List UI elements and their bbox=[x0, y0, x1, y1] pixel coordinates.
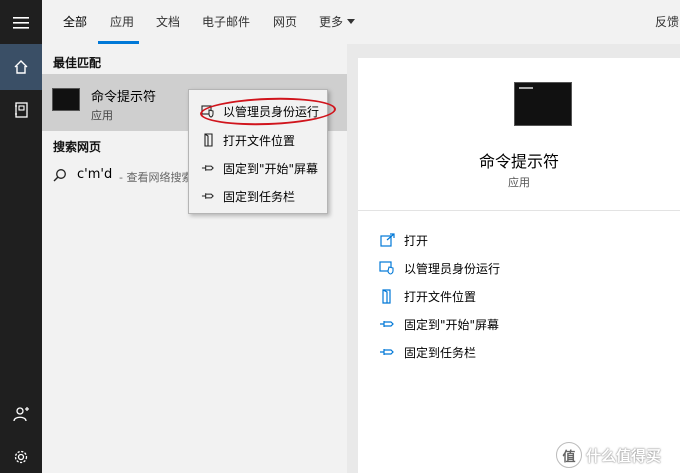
command-prompt-icon bbox=[52, 88, 80, 111]
pin-icon bbox=[378, 315, 396, 333]
shield-admin-icon bbox=[378, 259, 396, 277]
action-pin-to-taskbar[interactable]: 固定到任务栏 bbox=[378, 341, 476, 363]
ctx-pin-to-taskbar-label: 固定到任务栏 bbox=[223, 189, 296, 204]
hamburger-icon bbox=[13, 17, 29, 29]
command-prompt-large-icon bbox=[514, 82, 572, 126]
best-match-type: 应用 bbox=[91, 109, 113, 122]
gear-icon bbox=[14, 450, 28, 464]
tab-all[interactable]: 全部 bbox=[63, 13, 87, 30]
action-pin-to-start-label: 固定到"开始"屏幕 bbox=[404, 317, 500, 332]
hamburger-menu-button[interactable] bbox=[0, 0, 42, 46]
tab-apps[interactable]: 应用 bbox=[110, 13, 134, 30]
best-match-heading: 最佳匹配 bbox=[53, 56, 102, 70]
pin-icon bbox=[201, 161, 215, 175]
user-add-icon bbox=[13, 407, 29, 422]
tab-documents[interactable]: 文档 bbox=[156, 13, 180, 30]
account-button[interactable] bbox=[0, 391, 42, 437]
search-icon bbox=[53, 169, 66, 182]
best-match-name: 命令提示符 bbox=[91, 90, 157, 105]
action-open-label: 打开 bbox=[404, 233, 429, 248]
notebook-icon bbox=[15, 102, 28, 118]
app-rail bbox=[0, 0, 42, 473]
action-pin-to-taskbar-label: 固定到任务栏 bbox=[404, 345, 477, 360]
web-search-heading: 搜索网页 bbox=[53, 140, 102, 154]
settings-button[interactable] bbox=[0, 434, 42, 473]
pin-icon bbox=[378, 343, 396, 361]
ctx-pin-to-taskbar[interactable]: 固定到任务栏 bbox=[189, 183, 327, 209]
detail-app-type: 应用 bbox=[508, 176, 530, 189]
action-open[interactable]: 打开 bbox=[378, 229, 428, 251]
chevron-down-icon bbox=[347, 19, 356, 24]
home-icon bbox=[14, 60, 28, 74]
watermark-badge: 值 bbox=[556, 442, 582, 468]
notebook-button[interactable] bbox=[0, 87, 42, 133]
ctx-open-file-location-label: 打开文件位置 bbox=[223, 133, 296, 148]
ctx-pin-to-start-label: 固定到"开始"屏幕 bbox=[223, 161, 319, 176]
feedback-link[interactable]: 反馈 bbox=[655, 13, 679, 30]
action-run-as-admin[interactable]: 以管理员身份运行 bbox=[378, 257, 500, 279]
ctx-pin-to-start[interactable]: 固定到"开始"屏幕 bbox=[189, 155, 327, 181]
action-pin-to-start[interactable]: 固定到"开始"屏幕 bbox=[378, 313, 499, 335]
tab-more-label: 更多 bbox=[319, 15, 344, 29]
detail-pane: 命令提示符 应用 打开 以管理员身份运行 打开文件位置 固定到"开始"屏幕 固定… bbox=[347, 44, 680, 473]
watermark-text: 什么值得买 bbox=[586, 446, 662, 465]
search-tabs: 全部 应用 文档 电子邮件 网页 更多 反馈 bbox=[42, 0, 680, 44]
home-button[interactable] bbox=[0, 44, 42, 90]
open-icon bbox=[378, 231, 396, 249]
action-run-as-admin-label: 以管理员身份运行 bbox=[404, 261, 501, 276]
pin-icon bbox=[201, 189, 215, 203]
action-open-file-location[interactable]: 打开文件位置 bbox=[378, 285, 476, 307]
tab-email[interactable]: 电子邮件 bbox=[202, 13, 250, 30]
divider bbox=[358, 210, 680, 211]
tab-web[interactable]: 网页 bbox=[273, 13, 297, 30]
watermark: 值 什么值得买 bbox=[556, 442, 661, 468]
ctx-open-file-location[interactable]: 打开文件位置 bbox=[189, 127, 327, 153]
detail-app-name: 命令提示符 bbox=[478, 152, 559, 171]
tab-more[interactable]: 更多 bbox=[319, 13, 356, 30]
file-location-icon bbox=[378, 287, 396, 305]
web-search-hint: - 查看网络搜索 bbox=[119, 171, 193, 184]
detail-card: 命令提示符 应用 打开 以管理员身份运行 打开文件位置 固定到"开始"屏幕 固定… bbox=[358, 58, 680, 473]
file-location-icon bbox=[201, 133, 215, 147]
action-open-file-location-label: 打开文件位置 bbox=[404, 289, 477, 304]
web-search-query: c'm'd bbox=[77, 167, 113, 182]
